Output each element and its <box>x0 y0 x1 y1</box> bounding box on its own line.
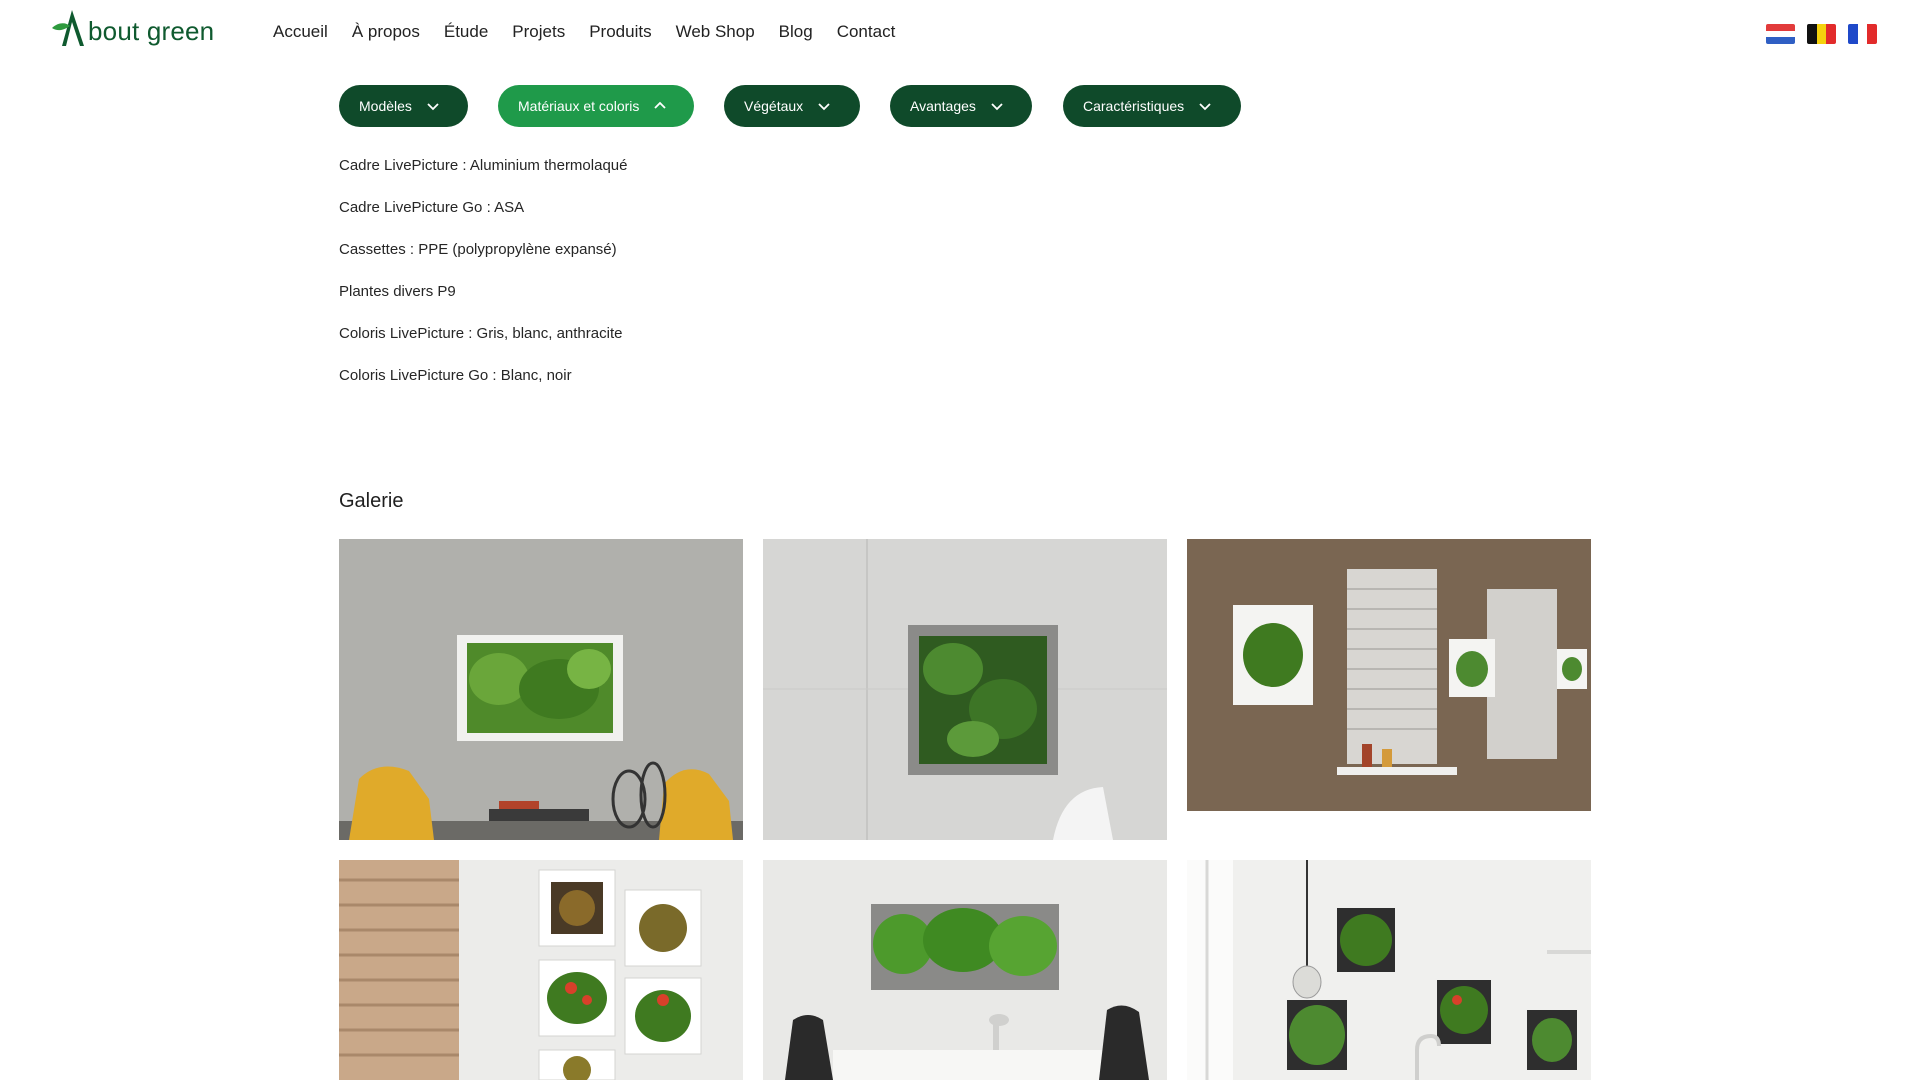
nav-item-projets[interactable]: Projets <box>512 22 565 42</box>
language-switcher <box>1766 24 1877 44</box>
filter-label: Matériaux et coloris <box>518 98 640 114</box>
gallery-photo <box>763 860 1167 1080</box>
logo[interactable]: bout green <box>50 8 214 48</box>
gallery-photo <box>1187 539 1591 811</box>
gallery-heading: Galerie <box>339 490 404 512</box>
nav-item-produits[interactable]: Produits <box>589 22 651 42</box>
filter-label: Avantages <box>910 98 976 114</box>
flag-nl-icon[interactable] <box>1766 24 1795 44</box>
filter-label: Caractéristiques <box>1083 98 1185 114</box>
filter-materiaux-et-coloris[interactable]: Matériaux et coloris <box>498 85 694 127</box>
nav-item-accueil[interactable]: Accueil <box>273 22 328 42</box>
gallery-photo <box>1187 860 1591 1080</box>
filter-modeles[interactable]: Modèles <box>339 85 468 127</box>
chevron-down-icon <box>427 103 439 111</box>
nav-item-contact[interactable]: Contact <box>837 22 896 42</box>
flag-fr-icon[interactable] <box>1848 24 1877 44</box>
nav-item-web-shop[interactable]: Web Shop <box>676 22 755 42</box>
list-item: Cadre LivePicture : Aluminium thermolaqu… <box>339 157 628 174</box>
filter-caracteristiques[interactable]: Caractéristiques <box>1063 85 1241 127</box>
chevron-up-icon <box>654 101 667 109</box>
filter-bar: Modèles Matériaux et coloris Végétaux Av… <box>339 85 1241 127</box>
filter-label: Végétaux <box>744 98 804 114</box>
site-header: bout green Accueil À propos Étude Projet… <box>0 0 1920 70</box>
chevron-down-icon <box>1199 103 1211 111</box>
gallery-image-flowering-frames[interactable] <box>339 860 743 1080</box>
list-item: Cassettes : PPE (polypropylène expansé) <box>339 241 617 258</box>
gallery-photo <box>339 860 743 1080</box>
list-item: Plantes divers P9 <box>339 283 456 300</box>
chevron-down-icon <box>818 103 830 111</box>
gallery-photo <box>339 539 743 840</box>
gallery-image-office-desk[interactable] <box>763 860 1167 1080</box>
list-item: Coloris LivePicture Go : Blanc, noir <box>339 367 572 384</box>
gallery-image-stone-wall[interactable] <box>1187 539 1591 811</box>
nav-item-a-propos[interactable]: À propos <box>352 22 420 42</box>
flag-be-icon[interactable] <box>1807 24 1836 44</box>
gallery-image-kitchen-black-frames[interactable] <box>1187 860 1591 1080</box>
gallery-image-grey-square-frame[interactable] <box>763 539 1167 840</box>
list-item: Cadre LivePicture Go : ASA <box>339 199 525 216</box>
brand-name: bout green <box>88 16 215 46</box>
list-item: Coloris LivePicture : Gris, blanc, anthr… <box>339 325 623 342</box>
filter-vegetaux[interactable]: Végétaux <box>724 85 860 127</box>
chevron-down-icon <box>991 103 1003 111</box>
filter-label: Modèles <box>359 98 412 114</box>
materials-list: Cadre LivePicture : Aluminium thermolaqu… <box>339 156 627 408</box>
main-nav: Accueil À propos Étude Projets Produits … <box>273 22 895 42</box>
gallery-photo <box>763 539 1167 840</box>
nav-item-etude[interactable]: Étude <box>444 22 488 42</box>
nav-item-blog[interactable]: Blog <box>779 22 813 42</box>
filter-avantages[interactable]: Avantages <box>890 85 1032 127</box>
gallery-image-concrete-office[interactable] <box>339 539 743 840</box>
